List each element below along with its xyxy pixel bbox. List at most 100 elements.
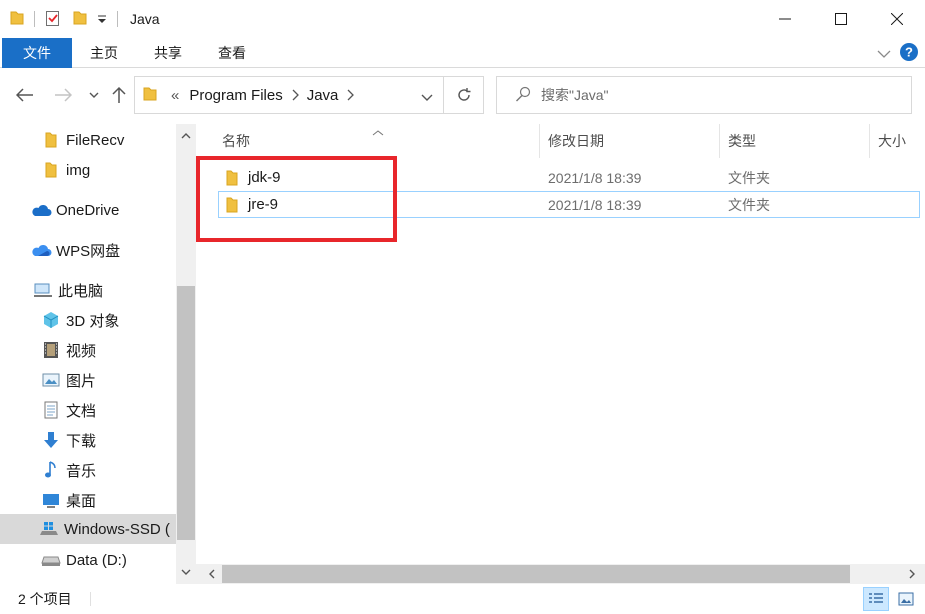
file-modified: 2021/1/8 18:39 — [548, 196, 642, 213]
folder-icon — [10, 10, 24, 29]
nav-item-label: 图片 — [66, 372, 97, 390]
nav-item-data-d[interactable]: Data (D:) — [0, 546, 176, 574]
content-horizontal-scrollbar[interactable] — [196, 564, 925, 584]
status-divider — [90, 592, 91, 606]
nav-item-label: OneDrive — [56, 201, 120, 219]
large-icons-view-icon — [898, 592, 914, 606]
maximize-icon — [835, 13, 847, 25]
breadcrumb-overflow[interactable]: « — [171, 87, 179, 104]
maximize-button[interactable] — [813, 0, 869, 38]
music-icon — [40, 459, 62, 481]
tab-share[interactable]: 共享 — [136, 38, 200, 68]
breadcrumb-program-files[interactable]: Program Files — [189, 87, 282, 104]
nav-item-videos[interactable]: 视频 — [0, 336, 176, 364]
recent-locations-button[interactable] — [86, 82, 102, 108]
back-arrow-icon — [16, 88, 33, 102]
nav-item-label: FileRecv — [66, 131, 125, 149]
highlight-annotation-box — [196, 156, 397, 242]
minimize-button[interactable] — [757, 0, 813, 38]
tab-view[interactable]: 查看 — [200, 38, 264, 68]
chevron-up-icon[interactable] — [176, 126, 196, 146]
nav-item-label: 桌面 — [66, 492, 97, 510]
nav-item-downloads[interactable]: 下载 — [0, 426, 176, 454]
nav-item-label: 此电脑 — [58, 282, 104, 300]
svg-text:?: ? — [905, 45, 913, 60]
nav-item-this-pc[interactable]: 此电脑 — [0, 276, 176, 304]
nav-scroll-thumb[interactable] — [177, 286, 195, 540]
large-icons-view-button[interactable] — [893, 587, 919, 611]
nav-item-music[interactable]: 音乐 — [0, 456, 176, 484]
folder-icon — [40, 129, 62, 151]
file-modified: 2021/1/8 18:39 — [548, 169, 642, 186]
expand-ribbon-icon[interactable] — [877, 46, 891, 62]
tab-home[interactable]: 主页 — [72, 38, 136, 68]
search-box[interactable] — [496, 76, 912, 114]
tab-file[interactable]: 文件 — [2, 37, 72, 68]
nav-item-label: WPS网盘 — [56, 242, 121, 260]
folder-icon — [143, 86, 157, 105]
search-icon — [515, 86, 531, 105]
folder-icon — [40, 159, 62, 181]
wps-cloud-icon — [30, 239, 52, 261]
download-icon — [40, 429, 62, 451]
address-history-chevron-icon[interactable] — [421, 90, 433, 106]
chevron-down-icon[interactable] — [176, 562, 196, 582]
nav-item-wps[interactable]: WPS网盘 — [0, 236, 176, 264]
column-type[interactable]: 类型 — [720, 124, 870, 158]
address-toolbar: « Program Files Java — [0, 68, 925, 124]
computer-icon — [32, 279, 54, 301]
close-icon — [891, 13, 903, 25]
chevron-right-icon[interactable] — [346, 89, 355, 101]
nav-item-3d-objects[interactable]: 3D 对象 — [0, 306, 176, 334]
nav-item-label: Data (D:) — [66, 551, 127, 569]
new-folder-icon[interactable] — [73, 10, 87, 29]
toolbar-divider — [117, 11, 118, 27]
navigation-pane: FileRecv img OneDrive WPS网盘 此电脑 3D 对象 视频… — [0, 124, 196, 584]
status-bar: 2 个项目 — [0, 584, 925, 614]
nav-item-windows-ssd[interactable]: Windows-SSD ( — [0, 514, 176, 544]
drive-icon — [40, 549, 62, 571]
forward-button[interactable] — [50, 82, 76, 108]
nav-item-filerecv[interactable]: FileRecv — [0, 126, 176, 154]
up-arrow-icon — [112, 86, 126, 103]
window-title: Java — [130, 11, 160, 27]
column-modified[interactable]: 修改日期 — [540, 124, 720, 158]
desktop-icon — [40, 489, 62, 511]
minimize-icon — [779, 18, 791, 20]
nav-item-label: Windows-SSD ( — [64, 520, 170, 538]
chevron-left-icon[interactable] — [202, 564, 222, 584]
customize-toolbar-icon[interactable] — [97, 11, 107, 27]
nav-item-label: 3D 对象 — [66, 312, 120, 330]
details-view-button[interactable] — [863, 587, 889, 611]
nav-item-label: 文档 — [66, 402, 97, 420]
quick-access-toolbar: Java — [10, 0, 160, 38]
breadcrumb-java[interactable]: Java — [307, 87, 339, 104]
up-button[interactable] — [108, 82, 130, 108]
help-icon[interactable]: ? — [899, 42, 919, 65]
nav-item-desktop[interactable]: 桌面 — [0, 486, 176, 514]
nav-item-img[interactable]: img — [0, 156, 176, 184]
column-size[interactable]: 大小 — [870, 124, 925, 158]
toolbar-divider — [34, 11, 35, 27]
nav-item-documents[interactable]: 文档 — [0, 396, 176, 424]
file-type: 文件夹 — [728, 169, 770, 186]
nav-item-label: 音乐 — [66, 462, 97, 480]
chevron-down-icon — [89, 92, 99, 98]
chevron-right-icon[interactable] — [291, 89, 299, 101]
video-icon — [40, 339, 62, 361]
properties-icon[interactable] — [45, 9, 61, 30]
column-name[interactable]: 名称 — [214, 124, 540, 158]
close-button[interactable] — [869, 0, 925, 38]
chevron-right-icon[interactable] — [902, 564, 922, 584]
address-bar[interactable]: « Program Files Java — [134, 76, 444, 114]
nav-item-label: 下载 — [66, 432, 97, 450]
nav-vertical-scrollbar[interactable] — [176, 124, 196, 584]
refresh-button[interactable] — [444, 76, 484, 114]
search-input[interactable] — [541, 87, 881, 103]
back-button[interactable] — [12, 82, 38, 108]
3d-objects-icon — [40, 309, 62, 331]
nav-item-pictures[interactable]: 图片 — [0, 366, 176, 394]
nav-item-label: 视频 — [66, 342, 97, 360]
content-scroll-thumb[interactable] — [222, 565, 850, 583]
nav-item-onedrive[interactable]: OneDrive — [0, 196, 176, 224]
